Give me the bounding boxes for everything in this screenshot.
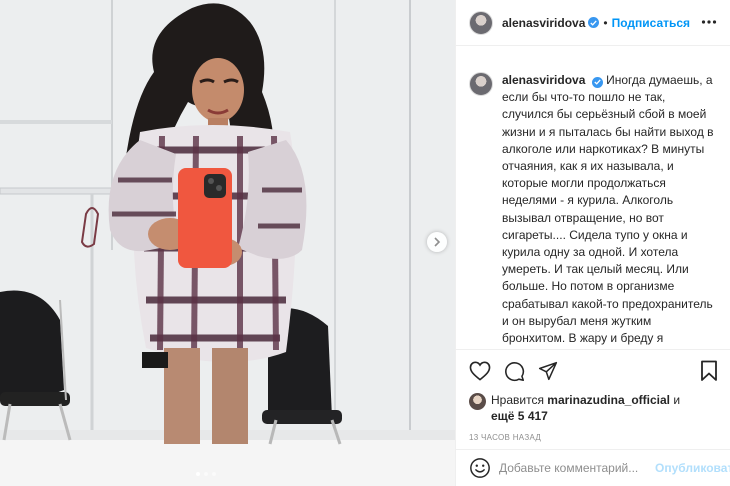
more-options-button[interactable] [701, 14, 717, 35]
liker-avatar[interactable] [469, 393, 486, 410]
likes-summary: Нравится marinazudina_official и ещё 5 4… [456, 392, 730, 424]
share-button[interactable] [537, 360, 559, 382]
heart-icon [469, 361, 491, 381]
carousel-dot [196, 472, 200, 476]
comment-icon [504, 361, 524, 381]
caption-author-avatar[interactable] [469, 72, 493, 96]
emoji-button[interactable] [469, 457, 491, 479]
carousel-dot [204, 472, 208, 476]
emoji-icon [470, 458, 490, 478]
post-caption: alenasviridova Иногда думаешь, а если бы… [456, 46, 730, 349]
carousel-dot [212, 472, 216, 476]
post-photo[interactable] [0, 0, 455, 486]
action-bar [456, 350, 730, 392]
author-username[interactable]: alenasviridova [502, 16, 585, 30]
verified-icon [591, 76, 603, 88]
more-icon [701, 20, 717, 24]
like-button[interactable] [469, 360, 491, 382]
share-icon [538, 361, 558, 381]
post-timestamp[interactable]: 13 часов назад [456, 433, 730, 442]
likes-conjunction: и [673, 393, 681, 407]
post-actions-area: Нравится marinazudina_official и ещё 5 4… [456, 349, 730, 442]
liker-username[interactable]: marinazudina_official [547, 393, 670, 407]
verified-icon [588, 17, 600, 28]
photo-illustration [0, 0, 455, 486]
comment-composer: Опубликовать [456, 449, 730, 486]
likes-prefix: Нравится [491, 393, 544, 407]
likes-count-link[interactable]: ещё 5 417 [491, 409, 548, 423]
chevron-right-icon [434, 237, 441, 247]
comment-input[interactable] [499, 461, 649, 475]
caption-username[interactable]: alenasviridova [502, 73, 585, 87]
bookmark-icon [701, 360, 717, 381]
comment-button[interactable] [503, 360, 525, 382]
caption-text-block: alenasviridova Иногда думаешь, а если бы… [502, 72, 717, 349]
author-avatar[interactable] [469, 10, 493, 35]
publish-button[interactable]: Опубликовать [655, 461, 730, 475]
carousel-indicator [196, 472, 216, 476]
post-header: alenasviridova • Подписаться [456, 0, 730, 46]
header-separator: • [603, 15, 608, 30]
follow-button[interactable]: Подписаться [612, 16, 690, 30]
save-button[interactable] [700, 360, 718, 387]
carousel-next-button[interactable] [427, 232, 447, 252]
caption-text: Иногда думаешь, а если бы что-то пошло н… [502, 73, 714, 349]
post-details-pane: alenasviridova • Подписаться alenasvirid… [455, 0, 730, 486]
likes-text: Нравится marinazudina_official и ещё 5 4… [491, 392, 680, 424]
